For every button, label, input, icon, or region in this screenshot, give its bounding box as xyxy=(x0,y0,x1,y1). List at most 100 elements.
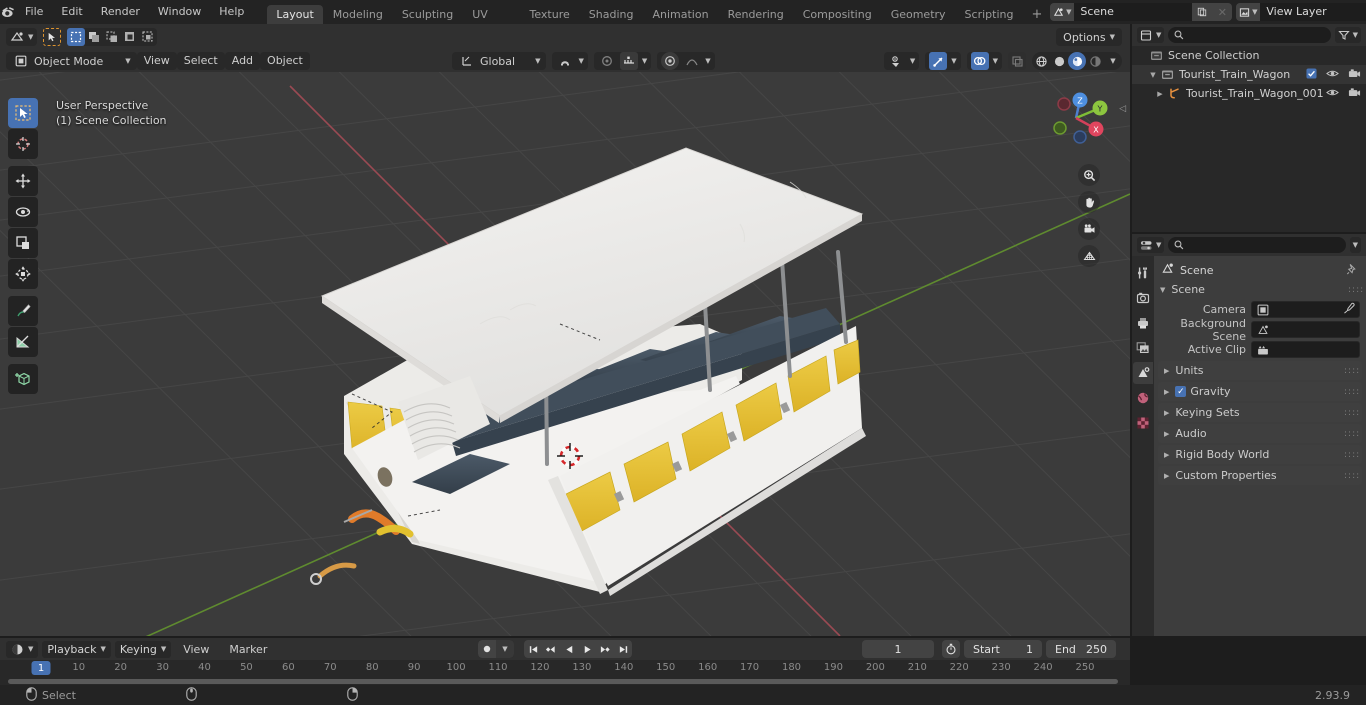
timeline-playhead[interactable]: 1 xyxy=(31,661,51,675)
viewport-menu-add[interactable]: Add xyxy=(224,52,261,70)
new-scene-icon[interactable] xyxy=(1192,3,1213,21)
gravity-checkbox[interactable]: ✓ xyxy=(1175,386,1187,397)
panel-header-audio[interactable]: ▶ Audio :::: xyxy=(1158,424,1362,443)
zoom-icon[interactable] xyxy=(1078,164,1100,186)
blender-logo-icon[interactable] xyxy=(0,0,16,24)
properties-tab-output[interactable] xyxy=(1133,312,1153,334)
jump-next-keyframe-icon[interactable] xyxy=(596,640,614,658)
tool-scale[interactable] xyxy=(8,228,38,258)
hand-pan-icon[interactable] xyxy=(1078,191,1100,213)
camera-icon[interactable] xyxy=(1348,68,1361,82)
overlays-controls[interactable]: ▼ xyxy=(966,52,1002,70)
panel-header-rigid-body-world[interactable]: ▶ Rigid Body World :::: xyxy=(1158,445,1362,464)
auto-keying-dropdown-icon[interactable]: ▼ xyxy=(496,640,514,658)
wireframe-shading-icon[interactable] xyxy=(1032,52,1050,70)
xray-icon[interactable] xyxy=(1008,52,1026,70)
current-frame-field[interactable]: 1 xyxy=(862,640,934,658)
viewport-menu-object[interactable]: Object xyxy=(260,52,310,70)
panel-header-custom-properties[interactable]: ▶ Custom Properties :::: xyxy=(1158,466,1362,485)
jump-prev-keyframe-icon[interactable] xyxy=(542,640,560,658)
interaction-mode-selector[interactable]: Object Mode ▼ xyxy=(6,52,137,70)
camera-view-icon[interactable] xyxy=(1078,218,1100,240)
scene-name-field[interactable]: Scene xyxy=(1074,3,1193,21)
background-scene-field[interactable] xyxy=(1251,321,1360,338)
falloff-curve-icon[interactable] xyxy=(683,52,701,70)
outliner-row-tourist-train-wagon[interactable]: ▼ Tourist_Train_Wagon xyxy=(1132,65,1366,84)
camera-icon[interactable] xyxy=(1348,87,1361,101)
outliner-search-input[interactable] xyxy=(1168,27,1331,43)
set-select-icon[interactable] xyxy=(67,28,86,46)
workspace-tab-shading[interactable]: Shading xyxy=(580,5,643,24)
workspace-tab-rendering[interactable]: Rendering xyxy=(719,5,793,24)
viewport-options-button[interactable]: Options ▼ xyxy=(1056,28,1122,46)
timeline-menu-view[interactable]: View xyxy=(175,641,217,658)
workspace-tab-uv-editing[interactable]: UV Editing xyxy=(463,5,519,40)
active-clip-field[interactable] xyxy=(1251,341,1360,358)
workspace-tab-modeling[interactable]: Modeling xyxy=(324,5,392,24)
overlays-icon[interactable] xyxy=(970,52,989,70)
workspace-tab-layout[interactable]: Layout xyxy=(267,5,323,24)
eyedropper-icon[interactable] xyxy=(1343,302,1355,317)
orthographic-toggle-icon[interactable] xyxy=(1078,245,1100,267)
extend-select-icon[interactable] xyxy=(85,28,103,46)
tool-cursor[interactable] xyxy=(8,129,38,159)
disclosure-triangle-icon[interactable]: ▶ xyxy=(1154,90,1166,98)
timeline-scrollbar[interactable] xyxy=(8,679,1118,684)
workspace-tab-scripting[interactable]: Scripting xyxy=(956,5,1023,24)
frame-start-field[interactable]: Start 1 xyxy=(964,640,1042,658)
show-hide-icon[interactable] xyxy=(888,52,906,70)
menu-edit[interactable]: Edit xyxy=(52,0,91,24)
viewport-menu-view[interactable]: View xyxy=(136,52,177,70)
panel-header-keying-sets[interactable]: ▶ Keying Sets :::: xyxy=(1158,403,1362,422)
properties-tab-texture[interactable] xyxy=(1133,412,1153,434)
properties-editor-type-selector[interactable]: ▼ xyxy=(1137,237,1165,253)
add-workspace-button[interactable]: + xyxy=(1023,5,1050,24)
transform-orientation-selector[interactable]: Global ▼ xyxy=(452,52,547,70)
tool-move[interactable] xyxy=(8,166,38,196)
shading-dropdown-icon[interactable]: ▼ xyxy=(1104,52,1122,70)
navigation-gizmo[interactable]: Z Y X xyxy=(1040,82,1112,154)
stopwatch-icon[interactable] xyxy=(942,640,960,658)
workspace-tab-texture-paint[interactable]: Texture Paint xyxy=(521,5,579,40)
outliner-row-scene-collection[interactable]: Scene Collection xyxy=(1132,46,1366,65)
outliner-editor[interactable]: ▼ ▼ Scene Collection ▼ Tourist_Train_Wag… xyxy=(1132,24,1366,232)
outliner-display-mode-selector[interactable]: ▼ xyxy=(1137,27,1165,43)
tool-rotate[interactable] xyxy=(8,197,38,227)
workspace-tab-compositing[interactable]: Compositing xyxy=(794,5,881,24)
menu-window[interactable]: Window xyxy=(149,0,210,24)
workspace-tab-sculpting[interactable]: Sculpting xyxy=(393,5,462,24)
unlink-scene-icon[interactable]: ✕ xyxy=(1212,3,1233,21)
tool-tweak-select-box[interactable] xyxy=(8,98,38,128)
viewport-expand-sidebar-icon[interactable]: ◁ xyxy=(1119,104,1126,114)
collection-checkbox[interactable] xyxy=(1306,67,1317,82)
tool-annotate[interactable] xyxy=(8,296,38,326)
timeline-editor[interactable]: ▼ Playback ▼ Keying ▼ View Marker ▼ 1 St… xyxy=(0,638,1130,685)
timeline-scrollbar-area[interactable] xyxy=(0,678,1130,685)
gizmo-controls[interactable]: ▼ xyxy=(925,52,961,70)
invert-select-icon[interactable] xyxy=(121,28,139,46)
editor-type-selector[interactable]: ▼ xyxy=(6,28,38,46)
eye-icon[interactable] xyxy=(1326,87,1339,101)
subtract-select-icon[interactable] xyxy=(103,28,121,46)
play-reverse-icon[interactable] xyxy=(560,640,578,658)
properties-tab-tool[interactable] xyxy=(1133,262,1153,284)
object-visibility-controls[interactable]: ▼ xyxy=(883,52,920,70)
viewport-canvas[interactable] xyxy=(0,24,1130,636)
solid-shading-icon[interactable] xyxy=(1050,52,1068,70)
timeline-scrubbing-area[interactable]: 1 10 20 30 40 50 60 70 80 90 100 110 120 130 140 150 16… xyxy=(0,660,1130,677)
menu-help[interactable]: Help xyxy=(210,0,253,24)
gizmo-icon[interactable] xyxy=(929,52,948,70)
proportional-editing-controls[interactable]: ▼ xyxy=(593,52,652,70)
disclosure-triangle-icon[interactable]: ▼ xyxy=(1147,71,1159,79)
properties-options-icon[interactable]: ▼ xyxy=(1349,237,1361,253)
viewport-menu-select[interactable]: Select xyxy=(176,52,225,70)
outliner-row-tourist-train-wagon-001[interactable]: ▶ Tourist_Train_Wagon_001 xyxy=(1132,84,1366,103)
magnet-icon[interactable] xyxy=(556,52,574,70)
panel-header-scene[interactable]: ▼ Scene :::: xyxy=(1154,280,1366,299)
play-icon[interactable] xyxy=(578,640,596,658)
workspace-tab-animation[interactable]: Animation xyxy=(643,5,717,24)
timeline-editor-type-selector[interactable]: ▼ xyxy=(6,640,39,658)
properties-editor[interactable]: ▼ ▼ Scene ▼ Scene:::: Camera Background… xyxy=(1132,234,1366,636)
properties-tab-world[interactable] xyxy=(1133,387,1153,409)
timeline-menu-keying[interactable]: Keying ▼ xyxy=(114,640,172,658)
